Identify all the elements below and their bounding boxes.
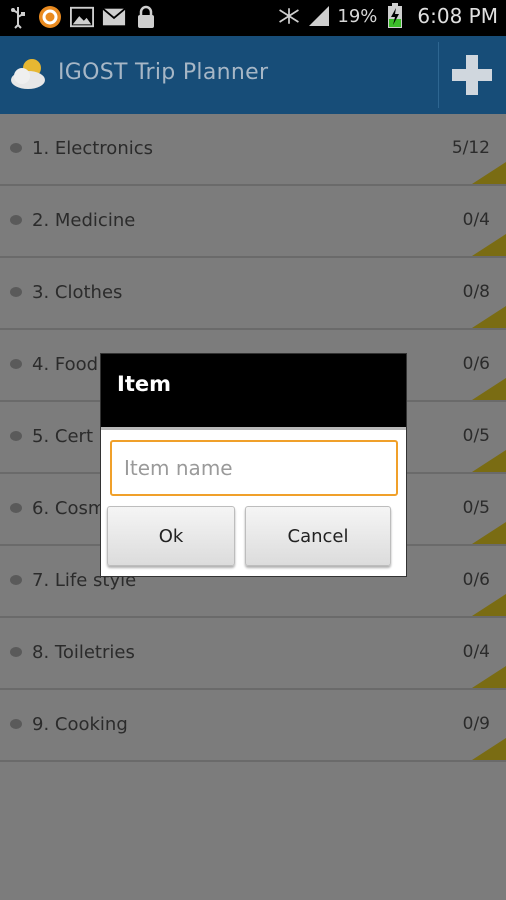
- category-count: 0/5: [462, 426, 490, 446]
- battery-charging-icon: [383, 3, 407, 28]
- corner-marker: [472, 738, 506, 760]
- app-title: IGOST Trip Planner: [58, 60, 269, 85]
- bullet-icon: [10, 575, 22, 585]
- list-item[interactable]: 8. Toiletries 0/4: [0, 618, 506, 690]
- wifi-off-icon: [277, 4, 301, 28]
- bullet-icon: [10, 647, 22, 657]
- lock-icon: [134, 5, 158, 29]
- category-count: 0/4: [462, 642, 490, 662]
- browser-notification-icon: [38, 5, 62, 29]
- corner-marker: [472, 594, 506, 616]
- bullet-icon: [10, 359, 22, 369]
- corner-marker: [472, 306, 506, 328]
- signal-icon: [307, 4, 331, 28]
- weather-cloud-icon: [8, 56, 52, 94]
- category-label: 8. Toiletries: [32, 642, 135, 663]
- category-count: 0/8: [462, 282, 490, 302]
- notification-icons: [6, 5, 158, 29]
- ok-button[interactable]: Ok: [107, 506, 235, 566]
- category-label: 3. Clothes: [32, 282, 123, 303]
- list-item[interactable]: 1. Electronics 5/12: [0, 114, 506, 186]
- add-category-button[interactable]: [446, 52, 498, 98]
- usb-icon: [6, 5, 30, 29]
- category-label: 1. Electronics: [32, 138, 153, 159]
- category-label: 9. Cooking: [32, 714, 128, 735]
- dialog-buttons: Ok Cancel: [107, 506, 400, 568]
- status-bar: 19% 6:08 PM: [0, 0, 506, 36]
- corner-marker: [472, 162, 506, 184]
- bullet-icon: [10, 431, 22, 441]
- add-item-dialog: Item Ok Cancel: [101, 354, 406, 576]
- category-count: 0/5: [462, 498, 490, 518]
- bullet-icon: [10, 287, 22, 297]
- action-bar-divider: [438, 42, 439, 108]
- corner-marker: [472, 450, 506, 472]
- category-count: 0/6: [462, 570, 490, 590]
- clock: 6:08 PM: [417, 4, 498, 28]
- corner-marker: [472, 522, 506, 544]
- corner-marker: [472, 234, 506, 256]
- corner-marker: [472, 378, 506, 400]
- plus-icon: [452, 55, 492, 95]
- category-label: 5. Cert: [32, 426, 93, 447]
- bullet-icon: [10, 719, 22, 729]
- bullet-icon: [10, 503, 22, 513]
- category-label: 6. Cosm: [32, 498, 106, 519]
- category-label: 4. Food: [32, 354, 99, 375]
- category-count: 0/6: [462, 354, 490, 374]
- corner-marker: [472, 666, 506, 688]
- action-bar: IGOST Trip Planner: [0, 36, 506, 116]
- system-status: 19% 6:08 PM: [277, 3, 498, 28]
- list-item[interactable]: 2. Medicine 0/4: [0, 186, 506, 258]
- category-count: 0/9: [462, 714, 490, 734]
- bullet-icon: [10, 215, 22, 225]
- item-name-input[interactable]: [110, 440, 398, 496]
- battery-percent: 19%: [337, 5, 378, 27]
- image-icon: [70, 5, 94, 29]
- bullet-icon: [10, 143, 22, 153]
- cancel-button[interactable]: Cancel: [245, 506, 391, 566]
- list-item[interactable]: 9. Cooking 0/9: [0, 690, 506, 762]
- dialog-title: Item: [101, 354, 406, 430]
- category-count: 5/12: [451, 138, 490, 158]
- list-item[interactable]: 3. Clothes 0/8: [0, 258, 506, 330]
- email-icon: [102, 5, 126, 29]
- category-count: 0/4: [462, 210, 490, 230]
- category-label: 2. Medicine: [32, 210, 136, 231]
